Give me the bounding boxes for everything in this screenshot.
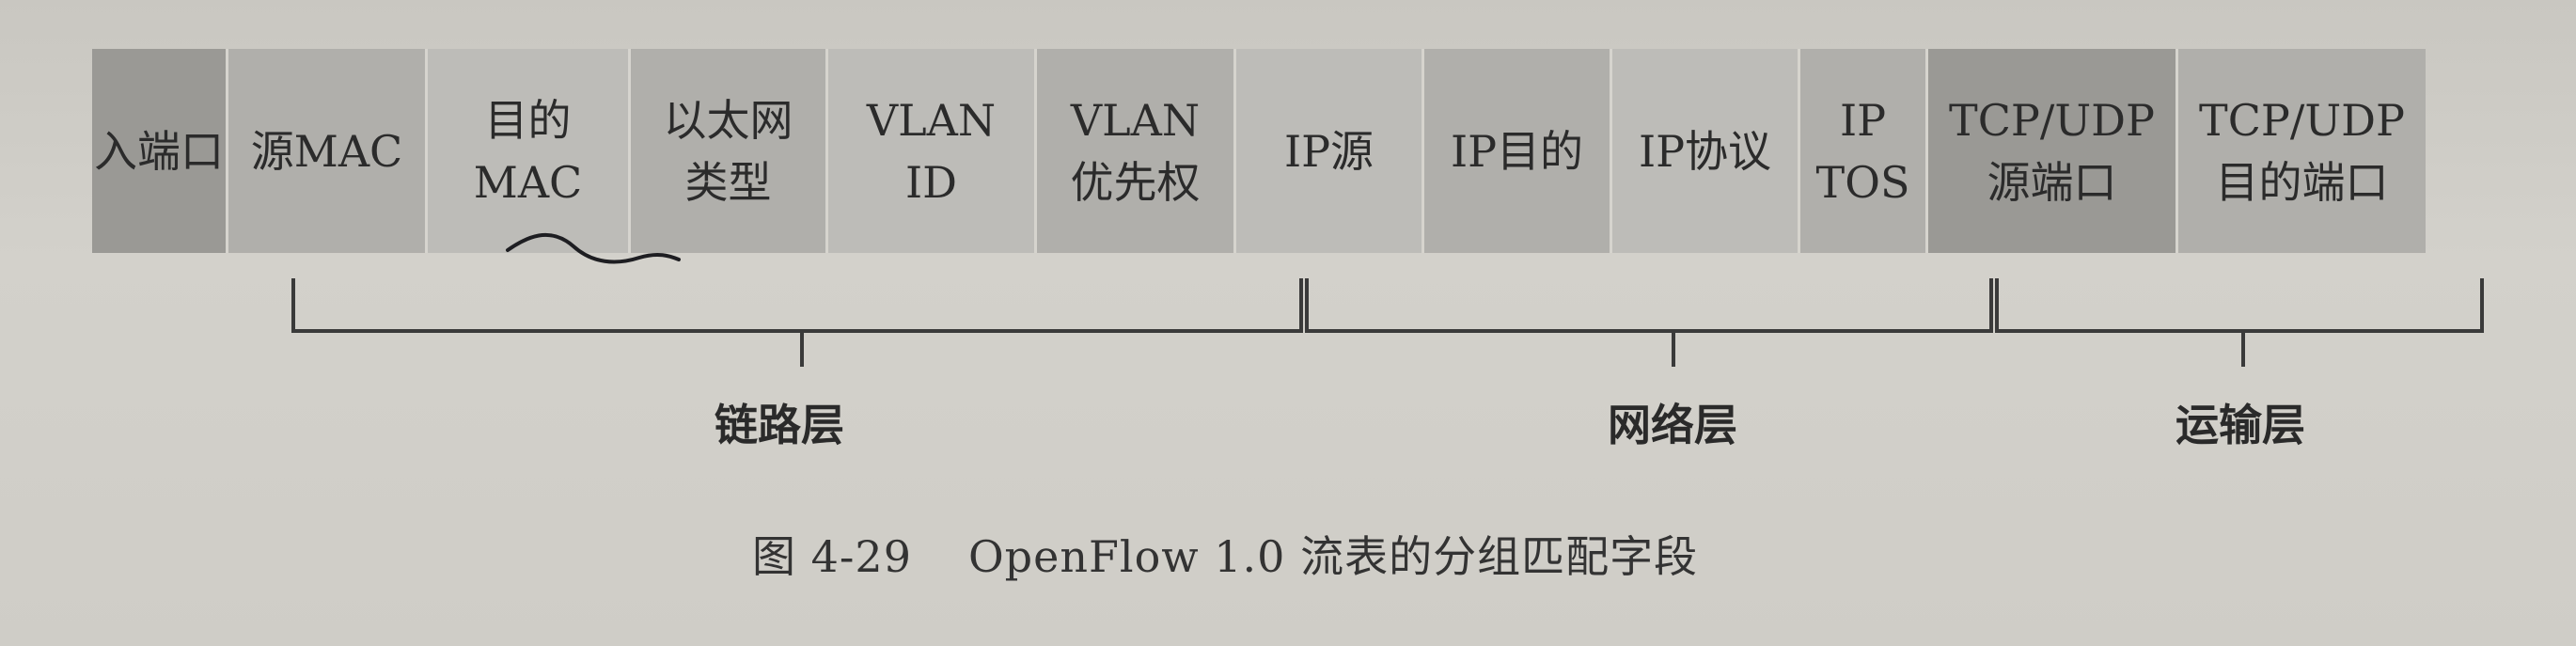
handwritten-underline-mark [506,232,681,264]
figure-page: 入端口 源MAC 目的 MAC 以太网 类型 VLAN ID VLAN 优先权 IP源 … [0,0,2576,646]
layer-label-link: 链路层 [715,400,844,450]
bracket-link-layer [291,278,1303,367]
layer-label-transport: 运输层 [2175,400,2305,450]
figure-caption-text: OpenFlow 1.0 流表的分组匹配字段 [967,531,1699,582]
figure-number: 图 4-29 [752,531,912,582]
bracket-transport-layer [1995,278,2484,367]
bracket-network-layer [1305,278,1993,367]
figure-caption: 图 4-29 OpenFlow 1.0 流表的分组匹配字段 [752,523,1698,585]
layer-label-network: 网络层 [1608,400,1737,450]
